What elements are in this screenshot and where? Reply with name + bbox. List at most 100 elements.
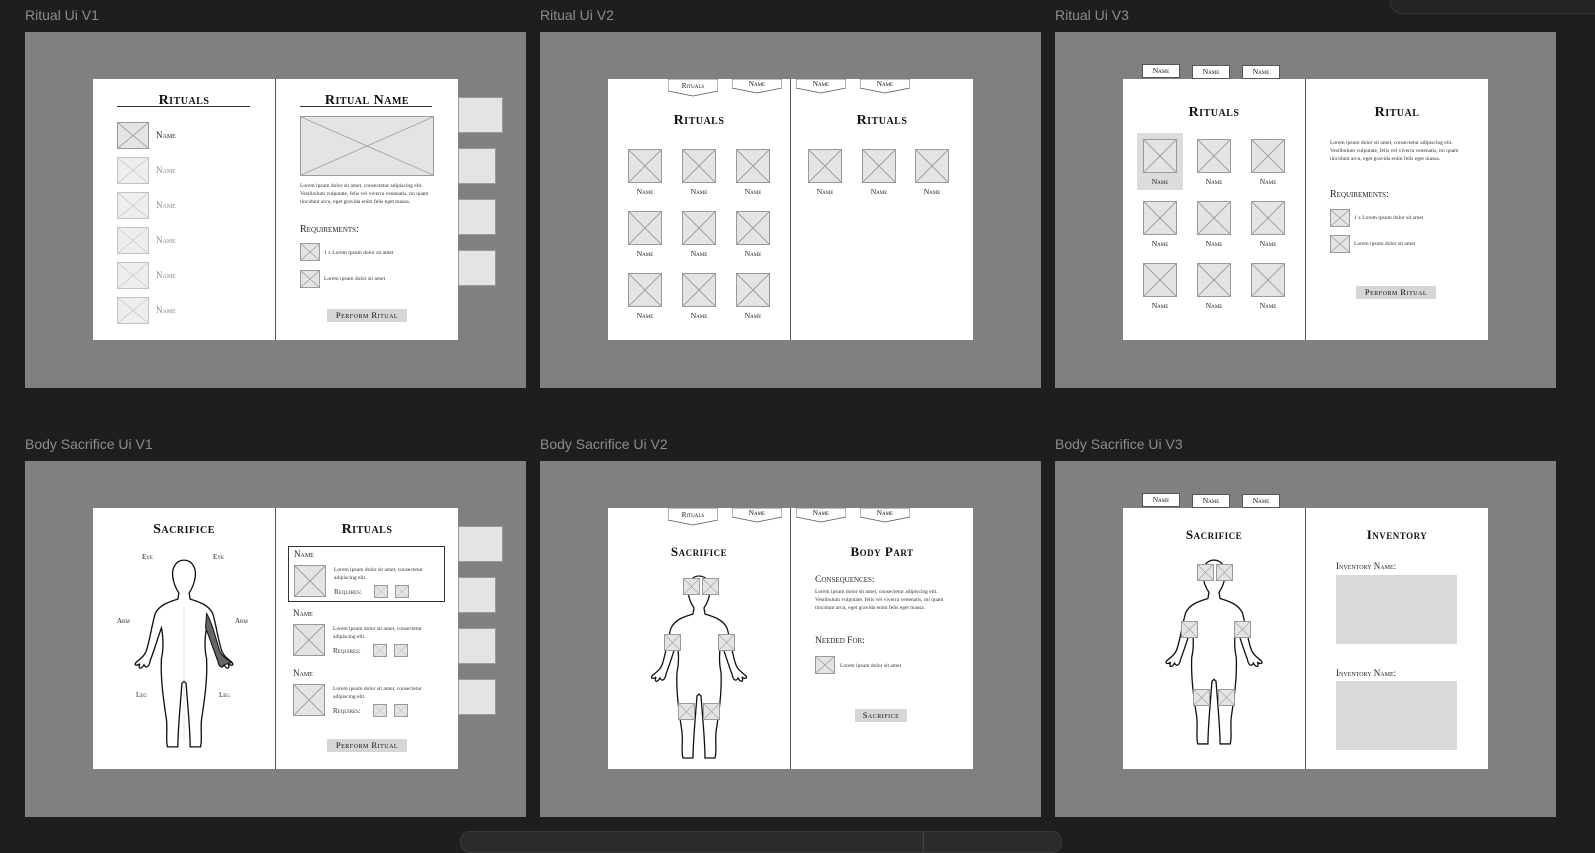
ritual-name[interactable]: Name — [726, 311, 780, 320]
ritual-icon[interactable] — [736, 149, 770, 183]
body-slot-leg-right[interactable] — [703, 703, 720, 720]
body-slot-eye-right[interactable] — [1216, 564, 1233, 581]
leg-left-label[interactable]: Leg — [136, 691, 147, 699]
body-slot-leg-left[interactable] — [678, 703, 695, 720]
toolbar-pill[interactable] — [1390, 0, 1595, 14]
ritual-name[interactable]: Name — [1133, 301, 1187, 310]
frame-sacrifice-v1[interactable]: Sacrifice Eye Eye Arm Arm Leg Leg Ritual… — [25, 461, 526, 817]
bottom-toolbar[interactable] — [460, 831, 1062, 853]
body-slot-arm-right[interactable] — [718, 634, 735, 651]
list-item-name[interactable]: Name — [156, 270, 176, 280]
tab-name[interactable]: Name — [1142, 493, 1180, 507]
body-slot-eye-right[interactable] — [702, 578, 719, 595]
tab-name[interactable]: Name — [1192, 65, 1230, 79]
ritual-icon[interactable] — [1197, 263, 1231, 297]
perform-ritual-button[interactable]: Perform Ritual — [327, 739, 407, 752]
inventory-slot[interactable] — [1336, 681, 1457, 750]
ritual-icon[interactable] — [117, 297, 149, 324]
ritual-card[interactable]: Name Lorem ipsum dolor sit amet, consecte… — [288, 606, 445, 662]
ritual-name[interactable]: Name — [618, 249, 672, 258]
ritual-icon[interactable] — [117, 157, 149, 184]
arm-right-label[interactable]: Arm — [235, 617, 248, 625]
ritual-name[interactable]: Name — [672, 311, 726, 320]
tab-name[interactable]: Name — [1242, 65, 1280, 79]
body-slot-eye-left[interactable] — [683, 578, 700, 595]
ritual-icon[interactable] — [682, 273, 716, 307]
side-tab[interactable] — [458, 577, 496, 613]
ritual-icon[interactable] — [117, 192, 149, 219]
ritual-icon[interactable] — [117, 262, 149, 289]
body-slot-eye-left[interactable] — [1197, 564, 1214, 581]
arm-left-label[interactable]: Arm — [117, 617, 130, 625]
eye-left-label[interactable]: Eye — [142, 553, 153, 561]
ritual-icon[interactable] — [808, 149, 842, 183]
ritual-icon[interactable] — [682, 149, 716, 183]
ritual-icon[interactable] — [117, 227, 149, 254]
ritual-name[interactable]: Name — [618, 187, 672, 196]
eye-right-label[interactable]: Eye — [213, 553, 224, 561]
ritual-icon[interactable] — [1143, 263, 1177, 297]
ritual-name[interactable]: Name — [1187, 301, 1241, 310]
ritual-name[interactable]: Name — [1241, 301, 1295, 310]
leg-right-label[interactable]: Leg — [219, 691, 230, 699]
side-tab[interactable] — [458, 526, 503, 562]
body-figure[interactable] — [131, 556, 237, 751]
ritual-name[interactable]: Name — [1187, 239, 1241, 248]
ritual-name[interactable]: Name — [1187, 177, 1241, 186]
ritual-icon[interactable] — [628, 149, 662, 183]
ritual-icon[interactable] — [1251, 139, 1285, 173]
ritual-card[interactable]: Name Lorem ipsum dolor sit amet, consecte… — [288, 546, 445, 602]
ritual-name[interactable]: Name — [1133, 239, 1187, 248]
ritual-icon[interactable] — [736, 273, 770, 307]
list-item-name[interactable]: Name — [156, 130, 176, 140]
ritual-name[interactable]: Name — [852, 187, 906, 196]
sacrifice-button[interactable]: Sacrifice — [855, 709, 907, 722]
ritual-icon[interactable] — [1251, 201, 1285, 235]
ritual-icon[interactable] — [682, 211, 716, 245]
side-tab[interactable] — [458, 679, 496, 715]
list-item-name[interactable]: Name — [156, 235, 176, 245]
ritual-card[interactable]: Name Lorem ipsum dolor sit amet, consecte… — [288, 666, 445, 722]
body-figure[interactable] — [648, 572, 750, 762]
frame-ritual-v3[interactable]: Name Name Name Rituals Ritual Lorem ipsu… — [1055, 32, 1556, 388]
inventory-slot[interactable] — [1336, 575, 1457, 644]
body-slot-arm-left[interactable] — [664, 634, 681, 651]
ritual-icon[interactable] — [736, 211, 770, 245]
side-tab[interactable] — [458, 250, 496, 286]
ritual-name[interactable]: Name — [726, 249, 780, 258]
side-tab[interactable] — [458, 628, 496, 664]
frame-sacrifice-v2[interactable]: Rituals Name Name Name Sacrifice Body Pa… — [540, 461, 1041, 817]
ritual-icon[interactable] — [1251, 263, 1285, 297]
list-item-name[interactable]: Name — [156, 305, 176, 315]
tab-name[interactable]: Name — [1192, 494, 1230, 508]
ritual-icon[interactable] — [862, 149, 896, 183]
ritual-name[interactable]: Name — [1133, 177, 1187, 186]
ritual-icon[interactable] — [1197, 201, 1231, 235]
list-item-name[interactable]: Name — [156, 200, 176, 210]
ritual-icon[interactable] — [628, 211, 662, 245]
ritual-icon[interactable] — [117, 122, 149, 149]
tab-name[interactable]: Name — [1142, 64, 1180, 78]
ritual-name[interactable]: Name — [726, 187, 780, 196]
ritual-icon[interactable] — [1197, 139, 1231, 173]
ritual-icon[interactable] — [628, 273, 662, 307]
side-tab[interactable] — [458, 148, 496, 184]
ritual-name[interactable]: Name — [1241, 239, 1295, 248]
ritual-icon[interactable] — [1143, 139, 1177, 173]
ritual-name[interactable]: Name — [905, 187, 959, 196]
frame-sacrifice-v3[interactable]: Name Name Name Sacrifice Inventory Inven… — [1055, 461, 1556, 817]
body-slot-arm-right[interactable] — [1234, 621, 1251, 638]
needed-for-icon[interactable] — [815, 656, 835, 674]
body-figure[interactable] — [1163, 556, 1265, 748]
body-slot-leg-right[interactable] — [1218, 689, 1235, 706]
body-slot-arm-left[interactable] — [1181, 621, 1198, 638]
ritual-icon[interactable] — [1143, 201, 1177, 235]
perform-ritual-button[interactable]: Perform Ritual — [1356, 286, 1436, 299]
ritual-name[interactable]: Name — [798, 187, 852, 196]
ritual-name[interactable]: Name — [618, 311, 672, 320]
tab-name[interactable]: Name — [1242, 494, 1280, 508]
ritual-name[interactable]: Name — [672, 249, 726, 258]
list-item-name[interactable]: Name — [156, 165, 176, 175]
perform-ritual-button[interactable]: Perform Ritual — [327, 309, 407, 322]
side-tab[interactable] — [458, 199, 496, 235]
